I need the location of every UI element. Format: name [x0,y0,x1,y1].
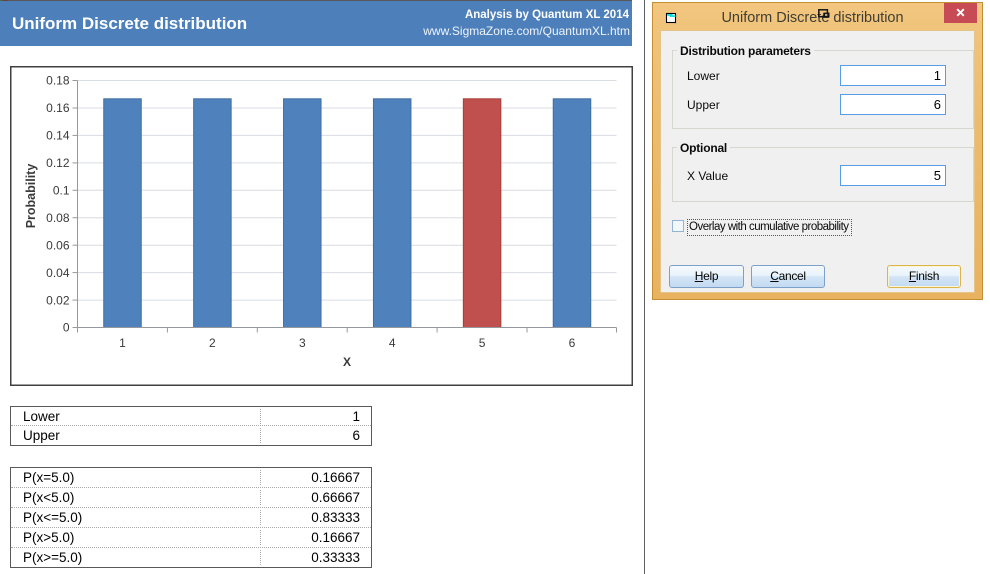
svg-text:0.1: 0.1 [53,184,70,198]
svg-text:0.14: 0.14 [46,129,70,143]
svg-text:0.06: 0.06 [46,238,70,252]
svg-text:0.04: 0.04 [46,266,70,280]
svg-text:4: 4 [389,336,396,350]
svg-text:1: 1 [119,336,126,350]
svg-text:3: 3 [299,336,306,350]
svg-text:0.18: 0.18 [46,74,70,88]
svg-text:0: 0 [63,321,70,335]
svg-text:5: 5 [479,336,486,350]
svg-text:6: 6 [569,336,576,350]
svg-text:0.12: 0.12 [46,156,70,170]
svg-text:2: 2 [209,336,216,350]
svg-text:0.08: 0.08 [46,211,70,225]
svg-text:0.02: 0.02 [46,293,70,307]
svg-text:X: X [343,355,351,369]
svg-text:0.16: 0.16 [46,101,70,115]
svg-text:Probability: Probability [24,164,38,229]
